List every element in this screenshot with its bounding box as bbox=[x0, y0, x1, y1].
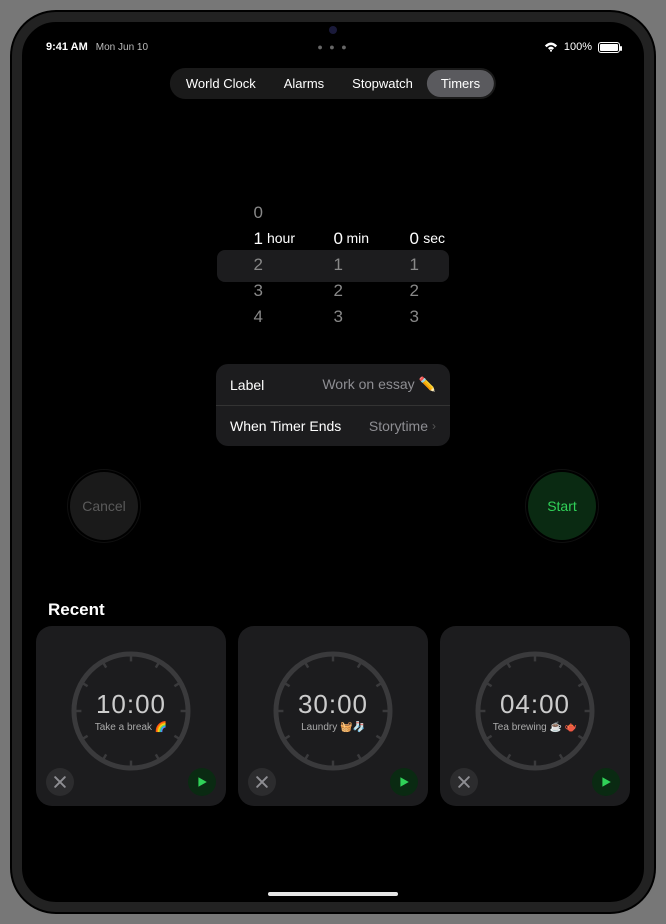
play-button[interactable] bbox=[390, 768, 418, 796]
status-date: Mon Jun 10 bbox=[96, 42, 148, 53]
start-button[interactable]: Start bbox=[528, 472, 596, 540]
recent-time: 04:00 bbox=[500, 689, 570, 720]
picker-minutes[interactable]: 0 1 2 3 min bbox=[297, 200, 373, 330]
recent-card[interactable]: 10:00 Take a break 🌈 bbox=[36, 626, 226, 806]
recent-time: 10:00 bbox=[96, 689, 166, 720]
cancel-button[interactable]: Cancel bbox=[70, 472, 138, 540]
chevron-right-icon: › bbox=[432, 419, 436, 433]
segmented-nav: World Clock Alarms Stopwatch Timers bbox=[170, 68, 496, 99]
home-indicator[interactable] bbox=[268, 892, 398, 896]
recent-header: Recent bbox=[48, 600, 105, 620]
picker-hours[interactable]: 0 1 2 3 4 hour bbox=[217, 200, 297, 330]
recent-time: 30:00 bbox=[298, 689, 368, 720]
delete-button[interactable] bbox=[46, 768, 74, 796]
timer-dial: 10:00 Take a break 🌈 bbox=[69, 649, 193, 773]
recent-list: 10:00 Take a break 🌈 bbox=[36, 626, 630, 806]
duration-picker[interactable]: 0 1 2 3 4 hour 0 1 2 3 min 0 bbox=[217, 200, 449, 330]
row-label-value: Work on essay ✏️ bbox=[322, 376, 436, 393]
row-ends-key: When Timer Ends bbox=[230, 418, 341, 434]
tab-timers[interactable]: Timers bbox=[427, 70, 494, 97]
tab-world-clock[interactable]: World Clock bbox=[172, 70, 270, 97]
timer-settings: Label Work on essay ✏️ When Timer Ends S… bbox=[216, 364, 450, 446]
recent-card[interactable]: 04:00 Tea brewing ☕️ 🫖 bbox=[440, 626, 630, 806]
tab-stopwatch[interactable]: Stopwatch bbox=[338, 70, 427, 97]
row-label[interactable]: Label Work on essay ✏️ bbox=[216, 364, 450, 405]
status-time: 9:41 AM bbox=[46, 41, 88, 53]
row-ends-value: Storytime bbox=[369, 418, 428, 434]
delete-button[interactable] bbox=[248, 768, 276, 796]
timer-dial: 04:00 Tea brewing ☕️ 🫖 bbox=[473, 649, 597, 773]
delete-button[interactable] bbox=[450, 768, 478, 796]
timer-dial: 30:00 Laundry 🧺🧦 bbox=[271, 649, 395, 773]
front-camera bbox=[329, 26, 337, 34]
tab-alarms[interactable]: Alarms bbox=[270, 70, 338, 97]
battery-percent: 100% bbox=[564, 41, 592, 53]
multitask-indicator[interactable]: ● ● ● bbox=[317, 42, 348, 52]
play-button[interactable] bbox=[188, 768, 216, 796]
picker-seconds[interactable]: 0 1 2 3 sec bbox=[373, 200, 449, 330]
play-button[interactable] bbox=[592, 768, 620, 796]
recent-caption: Take a break 🌈 bbox=[95, 722, 168, 733]
ipad-screen: 9:41 AM Mon Jun 10 100% ● ● ● World Cloc… bbox=[12, 12, 654, 912]
wifi-icon bbox=[544, 42, 558, 52]
row-label-key: Label bbox=[230, 377, 264, 393]
recent-caption: Laundry 🧺🧦 bbox=[301, 722, 365, 733]
picker-seconds-unit: sec bbox=[423, 230, 445, 246]
recent-caption: Tea brewing ☕️ 🫖 bbox=[493, 722, 577, 733]
battery-icon bbox=[598, 42, 620, 53]
picker-hours-unit: hour bbox=[267, 230, 295, 246]
row-when-timer-ends[interactable]: When Timer Ends Storytime › bbox=[216, 405, 450, 446]
recent-card[interactable]: 30:00 Laundry 🧺🧦 bbox=[238, 626, 428, 806]
picker-minutes-unit: min bbox=[346, 230, 369, 246]
